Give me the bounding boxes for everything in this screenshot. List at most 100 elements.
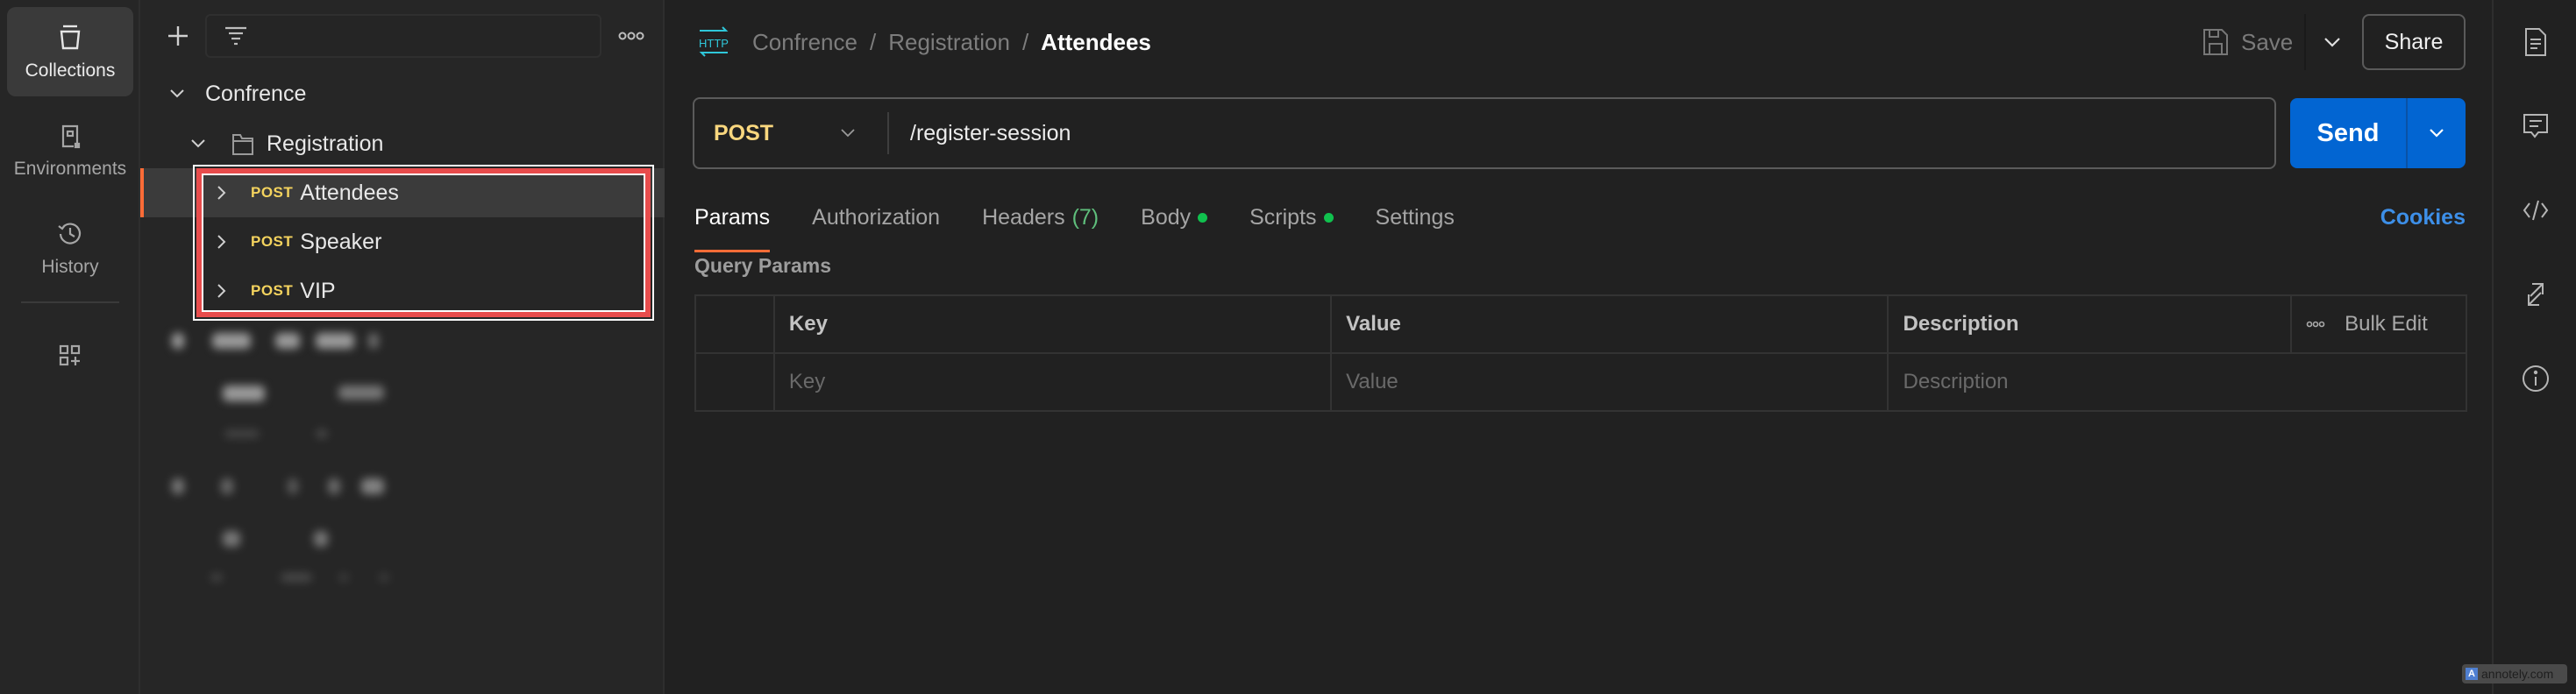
svg-text:HTTP: HTTP [699, 37, 729, 50]
tab-label: Body [1141, 204, 1192, 230]
rail-collections[interactable]: Collections [7, 7, 133, 96]
rail-add-workbench[interactable] [7, 312, 133, 400]
request-item[interactable]: POST VIP [140, 266, 665, 315]
column-header-key: Key [772, 294, 1333, 354]
documentation-button[interactable] [2515, 21, 2557, 63]
code-button[interactable] [2515, 189, 2557, 231]
url-bar: POST [693, 97, 2276, 169]
more-options-button[interactable] [614, 21, 649, 51]
right-sidebar [2492, 0, 2576, 694]
tab-label: Headers [982, 204, 1065, 230]
watermark-logo-icon: A [2466, 668, 2478, 680]
folder-icon [232, 134, 253, 155]
headers-count: (7) [1071, 204, 1099, 230]
redacted-content [338, 386, 384, 400]
bulk-edit-cell: Bulk Edit [2290, 294, 2467, 354]
method-select[interactable]: POST [694, 99, 887, 167]
info-icon [2523, 365, 2549, 392]
cookies-link[interactable]: Cookies [2380, 193, 2466, 242]
tab-body[interactable]: Body [1141, 193, 1208, 242]
more-icon[interactable] [2306, 320, 2325, 329]
tab-settings[interactable]: Settings [1376, 193, 1455, 242]
chevron-down-icon [2430, 129, 2444, 138]
environments-icon [61, 124, 81, 149]
rail-history-label: History [41, 257, 99, 277]
redacted-content [379, 573, 389, 582]
rail-environments-label: Environments [13, 159, 127, 179]
chevron-down-icon [170, 89, 184, 98]
folder-node[interactable]: Registration [140, 119, 665, 168]
redacted-content [221, 478, 233, 494]
request-method: POST [251, 282, 294, 299]
tab-params[interactable]: Params [694, 193, 771, 252]
key-input[interactable]: Key [772, 352, 1333, 412]
column-header-value: Value [1330, 294, 1889, 354]
table-row: Key Value Description [694, 352, 2467, 412]
rail-divider [21, 301, 119, 303]
http-icon: HTTP [699, 26, 729, 57]
share-button[interactable]: Share [2362, 14, 2466, 70]
tab-scripts[interactable]: Scripts [1249, 193, 1334, 242]
status-dot [1198, 212, 1208, 223]
collection-node[interactable]: Confrence [140, 69, 665, 118]
watermark: A annotely.com [2462, 664, 2567, 683]
folder-name: Registration [267, 131, 384, 156]
save-label: Save [2241, 28, 2294, 55]
checkbox-column [694, 294, 775, 354]
url-input[interactable] [889, 120, 2274, 146]
rail-history[interactable]: History [7, 203, 133, 293]
redacted-content [172, 478, 184, 494]
tab-label: Settings [1375, 204, 1455, 230]
tab-label: Params [694, 204, 771, 230]
query-params-table: Key Value Description Bulk Edit Key Valu… [694, 294, 2467, 412]
redacted-content [288, 478, 298, 494]
request-item[interactable]: POST Speaker [140, 217, 665, 266]
redacted-content [223, 386, 265, 401]
comments-icon [2523, 114, 2548, 138]
redacted-content [361, 478, 384, 494]
redacted-content [338, 573, 349, 582]
request-item[interactable]: POST Attendees [140, 168, 665, 217]
plus-icon [168, 26, 188, 46]
watermark-text: annotely.com [2481, 667, 2554, 681]
comments-button[interactable] [2515, 105, 2557, 147]
request-name: Attendees [300, 180, 399, 205]
filter-icon [225, 26, 246, 46]
chevron-down-icon [841, 129, 855, 138]
request-editor: HTTP Confrence / Registration / Attendee… [666, 0, 2492, 694]
more-icon [618, 32, 644, 40]
save-divider [2304, 14, 2306, 70]
chevron-right-icon [217, 284, 226, 298]
new-button[interactable] [160, 18, 196, 54]
status-dot [1323, 212, 1334, 223]
breadcrumb: HTTP Confrence / Registration / Attendee… [698, 23, 1151, 61]
tab-label: Authorization [812, 204, 941, 230]
tab-headers[interactable]: Headers (7) [982, 193, 1099, 242]
tab-authorization[interactable]: Authorization [812, 193, 940, 242]
rail-collections-label: Collections [25, 60, 116, 81]
request-name: VIP [300, 278, 336, 303]
send-button[interactable]: Send [2290, 98, 2466, 168]
chevron-right-icon [217, 186, 226, 200]
info-button[interactable] [2515, 358, 2557, 400]
bulk-edit-button[interactable]: Bulk Edit [2306, 312, 2466, 336]
bulk-edit-label: Bulk Edit [2345, 312, 2428, 336]
breadcrumb-collection[interactable]: Confrence [752, 29, 857, 56]
breadcrumb-separator: / [869, 28, 877, 55]
send-options-button[interactable] [2408, 98, 2466, 168]
method-value: POST [714, 120, 774, 145]
breadcrumb-folder[interactable]: Registration [888, 29, 1010, 56]
related-button[interactable] [2515, 273, 2557, 315]
save-options-button[interactable] [2315, 26, 2350, 58]
save-button[interactable]: Save [2202, 25, 2293, 60]
request-method: POST [251, 184, 294, 201]
redacted-content [316, 429, 328, 438]
redacted-content [368, 333, 379, 349]
description-input[interactable]: Description [1887, 352, 2467, 412]
query-params-title: Query Params [694, 254, 831, 277]
rail-environments[interactable]: Environments [7, 105, 133, 195]
breadcrumb-request[interactable]: Attendees [1041, 29, 1151, 56]
redacted-content [316, 333, 354, 349]
value-input[interactable]: Value [1330, 352, 1889, 412]
filter-input[interactable] [205, 14, 601, 58]
